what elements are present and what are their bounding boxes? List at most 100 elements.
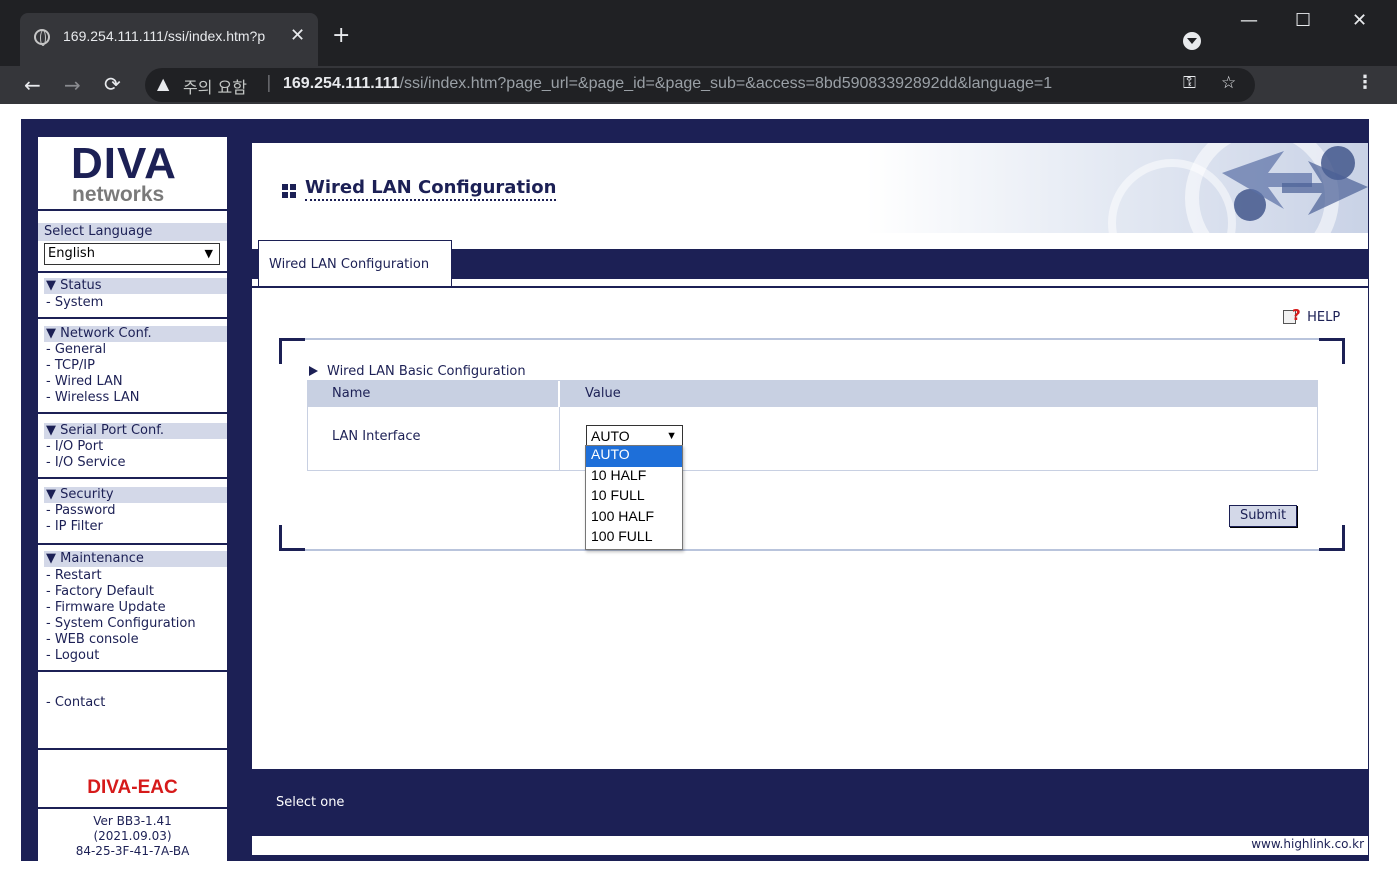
minimize-button[interactable]: — <box>1240 10 1258 31</box>
browser-titlebar: 169.254.111.111/ssi/index.htm?p ✕ + — ☐ … <box>0 0 1397 66</box>
option-10-full[interactable]: 10 FULL <box>586 487 682 508</box>
option-auto[interactable]: AUTO <box>586 446 682 467</box>
sidebar-item-system-configuration[interactable]: - System Configuration <box>46 616 196 632</box>
section-title: Wired LAN Basic Configuration <box>309 364 526 379</box>
triangle-bullet-icon <box>309 366 318 376</box>
option-100-full[interactable]: 100 FULL <box>586 528 682 549</box>
language-label: Select Language <box>38 223 227 241</box>
sidebar-item-io-port[interactable]: - I/O Port <box>46 439 103 455</box>
config-table: Name Value LAN Interface <box>307 380 1318 471</box>
separator: | <box>266 73 272 93</box>
status-text: Select one <box>276 795 345 810</box>
help-link[interactable]: HELP <box>1283 306 1341 325</box>
divider <box>38 670 227 672</box>
sidebar-item-ip-filter[interactable]: - IP Filter <box>46 519 103 535</box>
divider <box>38 271 227 273</box>
tab-title: 169.254.111.111/ssi/index.htm?p <box>63 28 266 44</box>
mac-address: 84-25-3F-41-7A-BA <box>75 844 190 858</box>
main-content: Wired LAN Configuration Wired LAN Config… <box>252 143 1368 855</box>
row-label-lan-interface: LAN Interface <box>332 429 421 444</box>
lan-interface-dropdown: AUTO 10 HALF 10 FULL 100 HALF 100 FULL <box>585 445 683 550</box>
divider <box>38 317 227 319</box>
sidebar-item-wired-lan[interactable]: - Wired LAN <box>46 374 123 390</box>
language-value: English <box>48 246 95 261</box>
title-grid-icon <box>282 184 296 198</box>
browser-tab[interactable]: 169.254.111.111/ssi/index.htm?p ✕ <box>20 13 318 66</box>
section-serial-port-conf[interactable]: ▼ Serial Port Conf. <box>44 423 227 439</box>
corner-bracket <box>279 525 305 551</box>
forward-icon[interactable]: → <box>64 73 81 97</box>
chevron-down-icon: ▼ <box>204 247 213 260</box>
banner-graphic <box>1108 143 1368 233</box>
browser-toolbar: ← → ⟳ ▲ 주의 요함 | 169.254.111.111/ssi/inde… <box>0 66 1397 104</box>
star-icon[interactable]: ☆ <box>1221 73 1236 93</box>
copyright-strip: www.highlink.co.kr <box>252 836 1368 855</box>
corner-bracket <box>1319 338 1345 364</box>
box-top-border <box>279 338 1345 340</box>
section-network-conf[interactable]: ▼ Network Conf. <box>44 326 227 342</box>
sidebar-item-wireless-lan[interactable]: - Wireless LAN <box>46 390 140 406</box>
corner-bracket <box>279 338 305 364</box>
config-box: Wired LAN Basic Configuration Name Value… <box>279 338 1345 551</box>
address-bar[interactable]: ▲ 주의 요함 | 169.254.111.111/ssi/index.htm?… <box>145 68 1255 102</box>
header-banner: Wired LAN Configuration <box>252 143 1368 233</box>
page-title: Wired LAN Configuration <box>305 177 557 201</box>
version-info: Ver BB3-1.41 (2021.09.03) 84-25-3F-41-7A… <box>38 814 227 859</box>
sidebar-item-factory-default[interactable]: - Factory Default <box>46 584 154 600</box>
sidebar-item-web-console[interactable]: - WEB console <box>46 632 139 648</box>
lan-interface-select[interactable]: AUTO ▼ <box>586 425 683 447</box>
product-name: DIVA-EAC <box>87 777 178 798</box>
divider <box>38 412 227 414</box>
sidebar-item-general[interactable]: - General <box>46 342 106 358</box>
window-close-button[interactable]: ✕ <box>1352 10 1367 31</box>
firmware-version: Ver BB3-1.41 <box>93 814 172 828</box>
submit-button[interactable]: Submit <box>1229 505 1297 527</box>
copyright-link[interactable]: www.highlink.co.kr <box>1251 837 1364 851</box>
sidebar-item-logout[interactable]: - Logout <box>46 648 99 664</box>
key-icon[interactable]: ⚿ <box>1183 73 1196 93</box>
box-bottom-border <box>279 549 1345 551</box>
globe-icon <box>34 29 50 46</box>
new-tab-button[interactable]: + <box>332 25 350 47</box>
sidebar-item-password[interactable]: - Password <box>46 503 116 519</box>
corner-bracket <box>1319 525 1345 551</box>
column-header-value: Value <box>560 381 1317 407</box>
sidebar-item-io-service[interactable]: - I/O Service <box>46 455 125 471</box>
url-text[interactable]: 169.254.111.111/ssi/index.htm?page_url=&… <box>283 75 1052 93</box>
sidebar-item-contact[interactable]: - Contact <box>46 695 105 711</box>
tab-wired-lan-configuration[interactable]: Wired LAN Configuration <box>258 240 452 288</box>
firmware-date: (2021.09.03) <box>93 829 172 843</box>
option-100-half[interactable]: 100 HALF <box>586 508 682 529</box>
sidebar-item-system[interactable]: - System <box>46 295 103 311</box>
column-header-name: Name <box>308 381 559 407</box>
kebab-menu-icon[interactable]: ⋮ <box>1356 72 1374 93</box>
chevron-down-icon: ▼ <box>666 430 677 442</box>
section-security[interactable]: ▼ Security <box>44 487 227 503</box>
reload-icon[interactable]: ⟳ <box>104 72 121 96</box>
sidebar: DIVA networks Select Language English ▼ … <box>38 137 227 862</box>
security-label[interactable]: 주의 요함 <box>183 74 247 98</box>
status-bar: Select one <box>252 770 1368 836</box>
sidebar-item-restart[interactable]: - Restart <box>46 568 102 584</box>
close-icon[interactable]: ✕ <box>290 25 305 46</box>
logo-sub: networks <box>72 183 165 206</box>
url-path: /ssi/index.htm?page_url=&page_id=&page_s… <box>399 75 1053 92</box>
back-icon[interactable]: ← <box>24 73 41 97</box>
profile-icon[interactable] <box>1183 32 1201 50</box>
section-title-text: Wired LAN Basic Configuration <box>327 364 526 379</box>
sidebar-item-tcpip[interactable]: - TCP/IP <box>46 358 95 374</box>
tab-underline <box>252 286 1368 288</box>
warning-icon[interactable]: ▲ <box>157 74 169 93</box>
logo-main: DIVA <box>71 139 177 188</box>
divider <box>38 543 227 545</box>
help-label: HELP <box>1307 310 1341 325</box>
option-10-half[interactable]: 10 HALF <box>586 467 682 488</box>
maximize-button[interactable]: ☐ <box>1295 10 1311 31</box>
section-status[interactable]: ▼ Status <box>44 278 227 294</box>
language-select[interactable]: English ▼ <box>44 243 220 265</box>
help-icon <box>1283 306 1303 324</box>
divider <box>38 807 227 809</box>
sidebar-item-firmware-update[interactable]: - Firmware Update <box>46 600 166 616</box>
section-maintenance[interactable]: ▼ Maintenance <box>44 551 227 567</box>
logo: DIVA networks <box>38 137 227 211</box>
